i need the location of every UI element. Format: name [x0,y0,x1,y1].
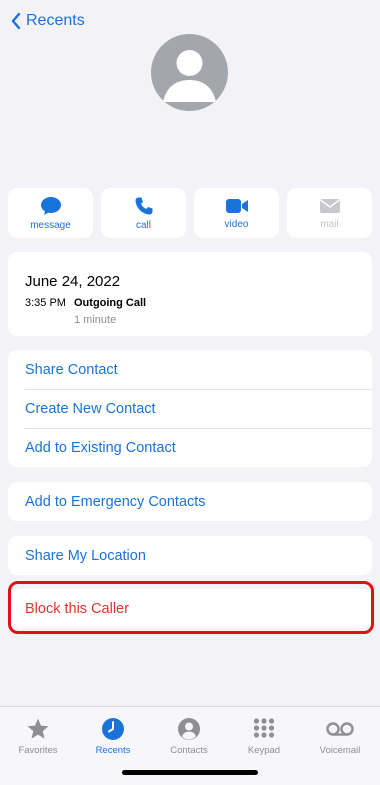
tab-voicemail-label: Voicemail [319,745,361,756]
add-to-existing-contact-row[interactable]: Add to Existing Contact [8,428,372,467]
tab-contacts[interactable]: Contacts [159,717,219,756]
call-entry: 3:35 PM Outgoing Call [25,297,146,309]
location-card: Share My Location [8,536,372,575]
tab-recents[interactable]: Recents [83,717,143,756]
back-button[interactable]: Recents [10,12,85,30]
avatar [151,34,228,111]
highlight-box [8,581,374,634]
call-info-card: June 24, 2022 3:35 PM Outgoing Call 1 mi… [8,252,372,336]
video-label: video [224,218,249,230]
quick-actions: message call video mail [8,188,372,238]
chevron-left-icon [11,12,21,30]
voicemail-icon [326,722,354,736]
create-new-contact-row[interactable]: Create New Contact [8,389,372,428]
call-button[interactable]: call [101,188,186,238]
emergency-card: Add to Emergency Contacts [8,482,372,521]
tab-contacts-label: Contacts [170,745,208,756]
tab-favorites[interactable]: Favorites [8,717,68,756]
person-silhouette-icon [163,50,216,102]
clock-icon [102,718,124,740]
share-contact-row[interactable]: Share Contact [8,350,372,389]
video-camera-icon [225,198,248,213]
mail-label: mail [320,218,339,230]
call-label: call [135,219,151,231]
video-button[interactable]: video [194,188,279,238]
message-label: message [30,219,71,231]
home-indicator [122,770,258,775]
mail-button[interactable]: mail [287,188,372,238]
tab-keypad-label: Keypad [247,745,281,756]
envelope-icon [319,198,340,213]
add-to-emergency-contacts-row[interactable]: Add to Emergency Contacts [8,482,372,521]
message-button[interactable]: message [8,188,93,238]
star-icon [27,718,49,739]
contact-options-card: Share Contact Create New Contact Add to … [8,350,372,467]
call-time: 3:35 PM [25,297,66,309]
call-duration: 1 minute [74,314,117,326]
back-label: Recents [26,12,85,29]
person-circle-icon [178,718,200,740]
share-my-location-row[interactable]: Share My Location [8,536,372,575]
phone-icon [135,197,152,214]
tab-recents-label: Recents [95,745,131,756]
call-date: June 24, 2022 [25,273,121,290]
tab-favorites-label: Favorites [18,745,58,756]
call-type: Outgoing Call [74,297,147,309]
tab-keypad[interactable]: Keypad [234,717,294,756]
tab-voicemail[interactable]: Voicemail [310,717,370,756]
message-bubble-icon [40,196,61,215]
keypad-icon [253,718,275,738]
